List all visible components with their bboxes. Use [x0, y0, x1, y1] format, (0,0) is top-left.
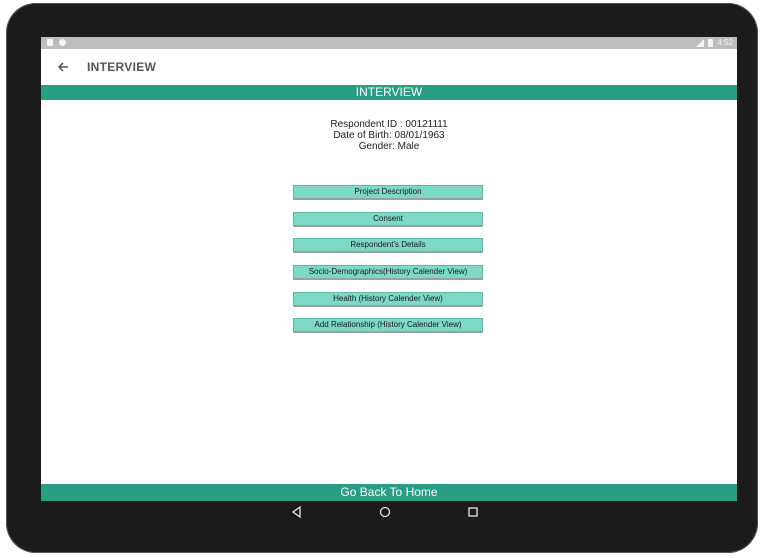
- nav-recents-icon: [468, 507, 478, 517]
- page-title: INTERVIEW: [87, 60, 157, 74]
- nav-back-button[interactable]: [288, 503, 306, 521]
- back-arrow-icon: [57, 62, 68, 72]
- nav-home-icon: [379, 506, 391, 518]
- respondent-details-button[interactable]: Respondent's Details: [293, 238, 483, 254]
- notification-dot-icon: [59, 39, 66, 46]
- nav-back-icon: [291, 505, 301, 519]
- respondent-info: Respondent ID : 00121111 Date of Birth: …: [41, 119, 737, 152]
- interview-menu: Project Description Consent Respondent's…: [293, 185, 483, 345]
- respondent-dob: Date of Birth: 08/01/1963: [333, 130, 445, 141]
- consent-button[interactable]: Consent: [293, 211, 483, 227]
- go-back-home-button[interactable]: Go Back To Home: [41, 484, 737, 501]
- respondent-gender: Gender: Male: [358, 141, 420, 152]
- tablet-frame: 4:52 INTERVIEW INTERVIEW Respondent ID :…: [6, 3, 758, 553]
- sd-card-icon: [47, 39, 53, 46]
- status-time: 4:52: [717, 38, 733, 47]
- health-button[interactable]: Health (History Calender View): [293, 291, 483, 307]
- signal-icon: [696, 39, 705, 47]
- android-nav-bar: [288, 503, 488, 521]
- project-description-button[interactable]: Project Description: [293, 185, 483, 200]
- respondent-id: Respondent ID : 00121111: [330, 119, 448, 130]
- nav-home-button[interactable]: [376, 503, 394, 521]
- status-bar: 4:52: [41, 37, 737, 49]
- battery-icon: [708, 39, 714, 47]
- back-button[interactable]: [53, 57, 73, 77]
- socio-demographics-button[interactable]: Socio-Demographics(History Calender View…: [293, 265, 483, 281]
- add-relationship-button[interactable]: Add Relationship (History Calender View): [293, 318, 483, 334]
- app-bar: INTERVIEW: [41, 49, 737, 85]
- section-header: INTERVIEW: [41, 85, 737, 100]
- screen: 4:52 INTERVIEW INTERVIEW Respondent ID :…: [41, 37, 737, 501]
- nav-recents-button[interactable]: [464, 503, 482, 521]
